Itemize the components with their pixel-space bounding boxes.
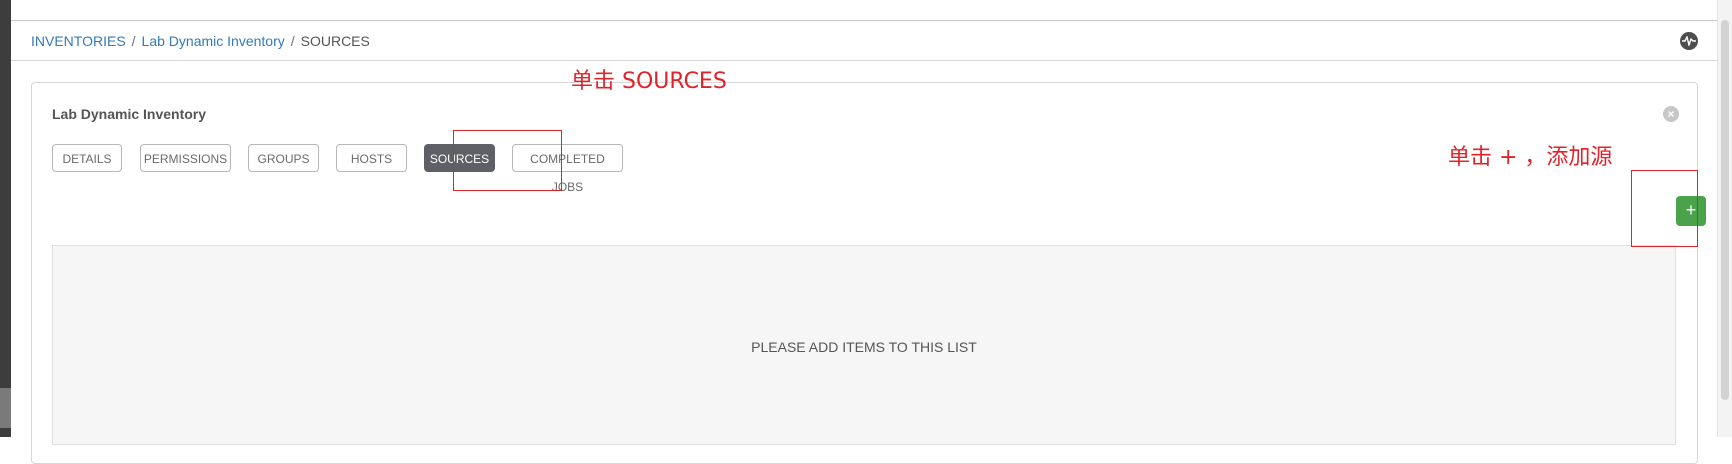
- scrollbar-thumb[interactable]: [1721, 20, 1729, 400]
- tab-groups[interactable]: GROUPS: [248, 144, 319, 172]
- breadcrumb-separator: /: [290, 33, 295, 49]
- empty-list-message: PLEASE ADD ITEMS TO THIS LIST: [751, 339, 977, 355]
- top-header-bar: [11, 0, 1718, 21]
- breadcrumb-sources: SOURCES: [300, 33, 370, 49]
- close-icon[interactable]: ×: [1663, 106, 1679, 122]
- annotation-box-sources: [453, 130, 562, 191]
- tab-details[interactable]: DETAILS: [52, 144, 122, 172]
- breadcrumb-bar: INVENTORIES / Lab Dynamic Inventory / SOURCE…: [11, 21, 1718, 61]
- left-sidebar-edge: [0, 0, 11, 437]
- sidebar-scroll-thumb[interactable]: [0, 388, 11, 428]
- tab-hosts[interactable]: HOSTS: [336, 144, 407, 172]
- annotation-click-add: 单击 + ，添加源: [1448, 145, 1613, 170]
- annotation-box-add: [1631, 170, 1698, 247]
- activity-stream-icon[interactable]: [1680, 32, 1698, 50]
- breadcrumb-inventories[interactable]: INVENTORIES: [31, 33, 126, 49]
- annotation-click-sources: 单击 SOURCES: [571, 69, 727, 94]
- sources-list-empty: PLEASE ADD ITEMS TO THIS LIST: [52, 245, 1676, 445]
- breadcrumb-lab-dynamic-inventory[interactable]: Lab Dynamic Inventory: [142, 33, 285, 49]
- breadcrumb: INVENTORIES / Lab Dynamic Inventory / SOURCE…: [31, 33, 370, 49]
- breadcrumb-separator: /: [131, 33, 136, 49]
- tab-permissions[interactable]: PERMISSIONS: [140, 144, 231, 172]
- right-scrollbar[interactable]: [1717, 0, 1732, 437]
- panel-title: Lab Dynamic Inventory: [52, 106, 207, 122]
